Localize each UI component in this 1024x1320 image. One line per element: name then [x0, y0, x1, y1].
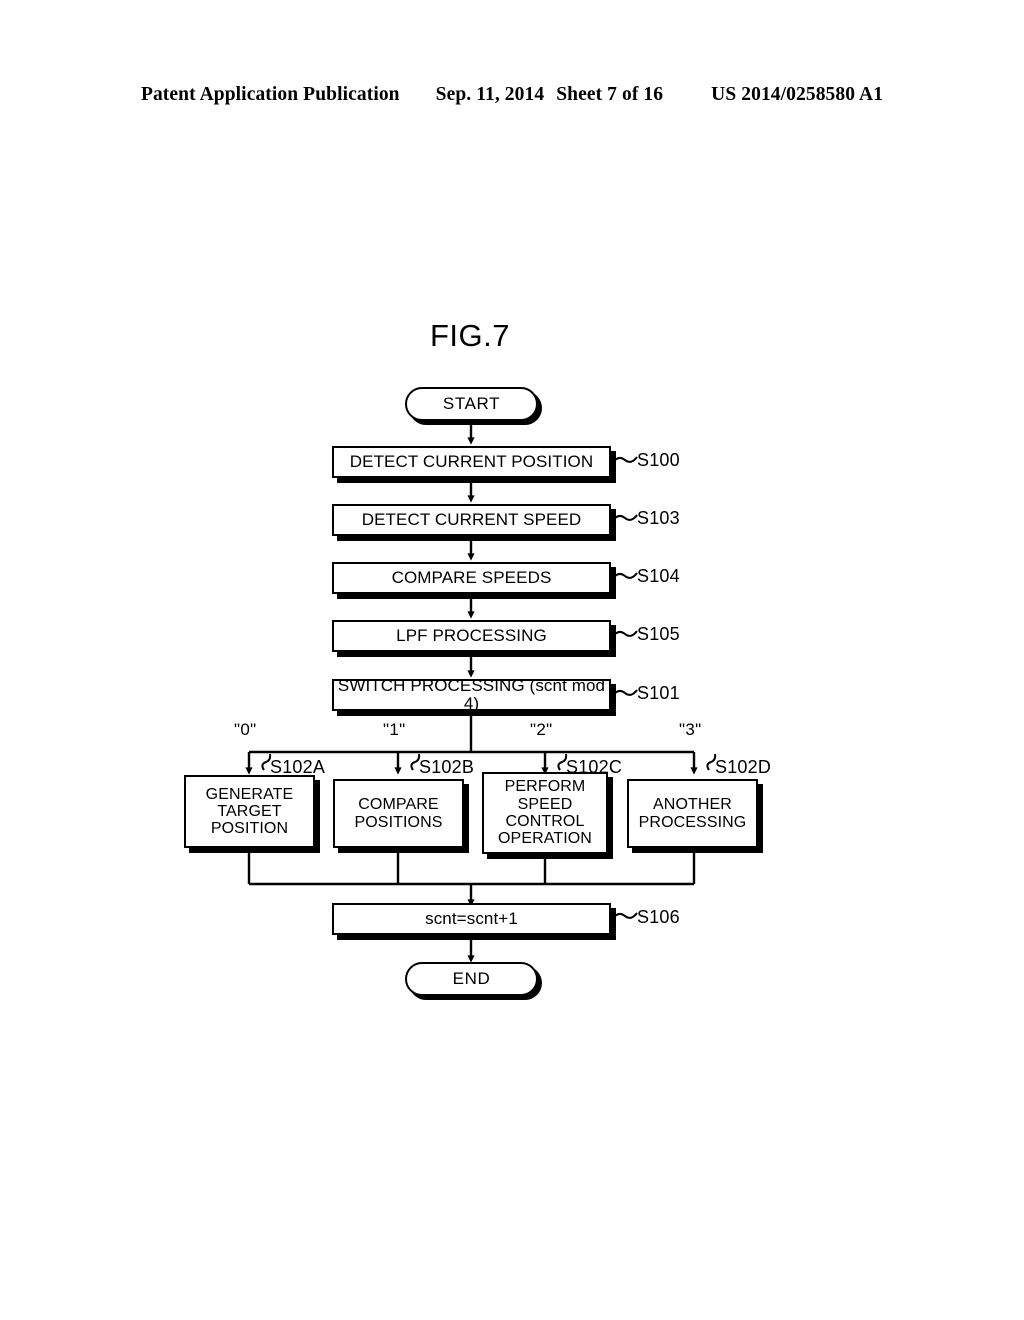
- flow-branch-box-s102d: ANOTHER PROCESSING: [627, 779, 758, 848]
- flow-branch-box-s102b: COMPARE POSITIONS: [333, 779, 464, 848]
- flow-step-s100-label: DETECT CURRENT POSITION: [349, 451, 594, 471]
- flow-step-s100: DETECT CURRENT POSITION: [332, 446, 611, 478]
- flow-step-s104-label: COMPARE SPEEDS: [391, 567, 552, 587]
- step-ref-s102b: S102B: [419, 757, 475, 777]
- flow-step-s106-label: scnt=scnt+1: [425, 908, 518, 928]
- step-ref-s105: S105: [637, 624, 680, 644]
- flow-start-label: START: [442, 393, 501, 413]
- flow-branch-box-s102a-label: GENERATE TARGET POSITION: [205, 785, 294, 838]
- branch-case-label-2: "2": [530, 720, 553, 739]
- flow-branch-box-s102a: GENERATE TARGET POSITION: [184, 775, 315, 848]
- flow-step-s106: scnt=scnt+1: [332, 903, 611, 935]
- flow-step-s105-label: LPF PROCESSING: [396, 625, 547, 645]
- flow-step-s103: DETECT CURRENT SPEED: [332, 504, 611, 536]
- flow-branch-box-s102d-label: ANOTHER PROCESSING: [638, 796, 747, 831]
- step-ref-s102d: S102D: [715, 757, 772, 777]
- flowchart-connectors: [245, 423, 717, 963]
- flow-branch-box-s102c: PERFORM SPEED CONTROL OPERATION: [482, 772, 608, 854]
- branch-case-label-3: "3": [679, 720, 702, 739]
- branch-case-label-0: "0": [234, 720, 257, 739]
- step-ref-s103: S103: [637, 508, 680, 528]
- step-ref-s101: S101: [637, 683, 680, 703]
- flow-step-s101: SWITCH PROCESSING (scnt mod 4): [332, 675, 611, 713]
- flow-step-s101-label: SWITCH PROCESSING (scnt mod 4): [337, 675, 606, 713]
- flow-end-node: END: [405, 962, 538, 996]
- flow-branch-box-s102c-label: PERFORM SPEED CONTROL OPERATION: [498, 778, 592, 848]
- flow-branch-box-s102b-label: COMPARE POSITIONS: [354, 796, 443, 831]
- step-ref-s104: S104: [637, 566, 680, 586]
- branch-case-label-1: "1": [383, 720, 406, 739]
- flow-step-s105: LPF PROCESSING: [332, 620, 611, 652]
- flow-start-node: START: [405, 387, 538, 421]
- flow-end-label: END: [452, 968, 491, 988]
- flow-step-s103-label: DETECT CURRENT SPEED: [361, 509, 582, 529]
- step-ref-s100: S100: [637, 450, 680, 470]
- step-ref-s106: S106: [637, 907, 680, 927]
- flow-step-s104: COMPARE SPEEDS: [332, 562, 611, 594]
